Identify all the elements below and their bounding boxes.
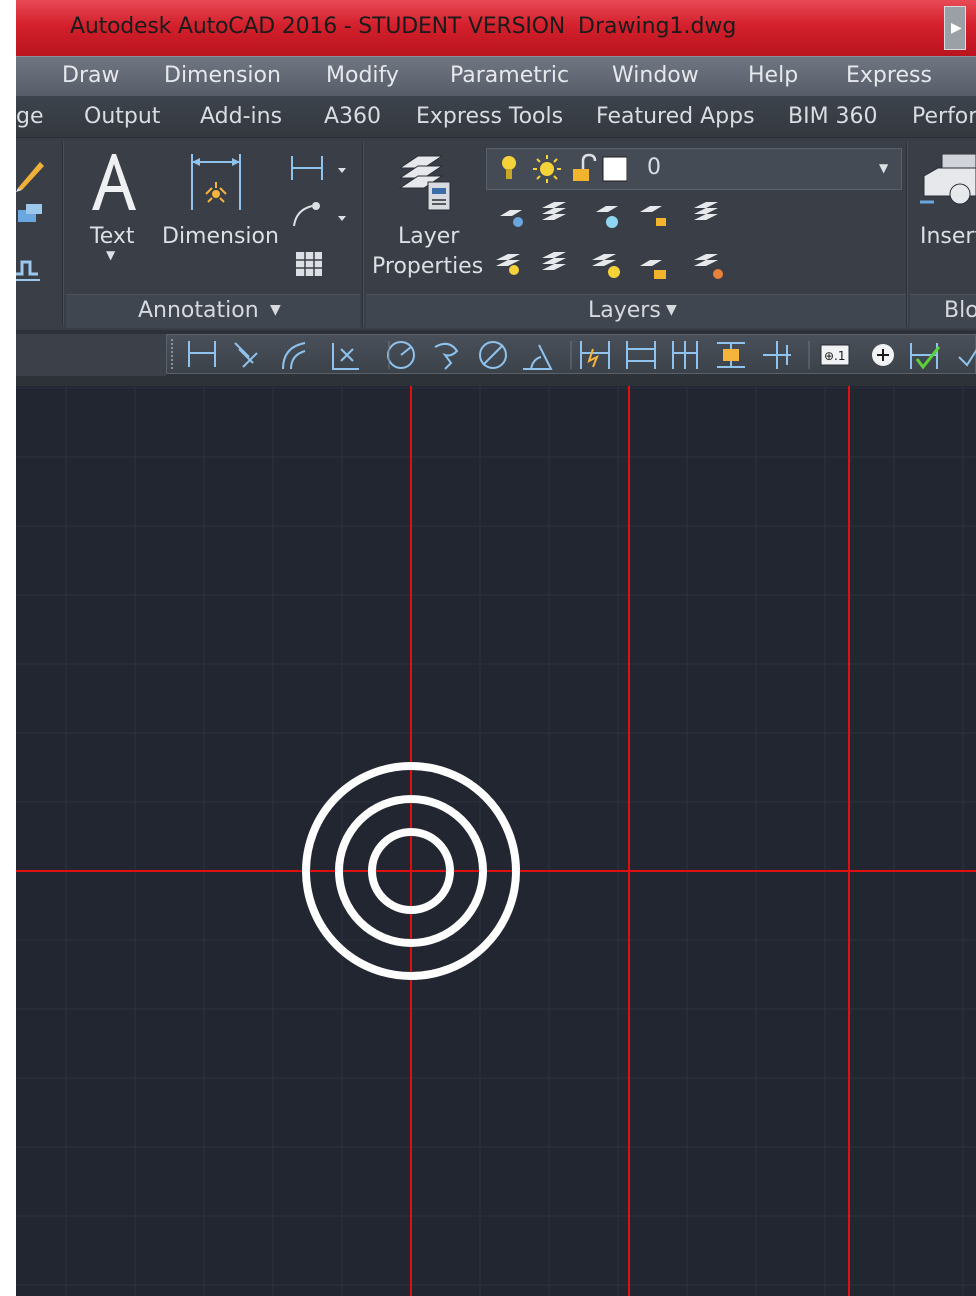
drawing-canvas[interactable]: [16, 386, 976, 1296]
menu-help[interactable]: Help: [748, 63, 798, 88]
menu-parametric[interactable]: Parametric: [450, 63, 569, 88]
file-tab-area[interactable]: [16, 334, 166, 376]
app-title: Autodesk AutoCAD 2016 - STUDENT VERSION: [70, 14, 566, 39]
text-dropdown-arrow-icon[interactable]: ▼: [106, 248, 115, 262]
layer-dropdown[interactable]: 0 ▼: [486, 148, 902, 190]
ribbon-tabs: ge Output Add-ins A360 Express Tools Fea…: [16, 96, 976, 138]
svg-text:⊕.1: ⊕.1: [824, 349, 846, 363]
layer-tools-icons[interactable]: [496, 198, 736, 294]
panel-separator: [62, 142, 64, 326]
panel-separator: [906, 142, 908, 326]
tab-a360[interactable]: A360: [324, 104, 381, 129]
toolbar-grip-handle[interactable]: [171, 339, 175, 369]
dimension-icon[interactable]: [186, 152, 246, 212]
chevron-right-icon: ▶: [951, 20, 962, 36]
dimension-toolbar-icons: ⊕.1: [188, 341, 976, 370]
baseline-dimension-icon: [626, 341, 656, 369]
menu-draw[interactable]: Draw: [62, 63, 119, 88]
layer-dropdown-arrow-icon[interactable]: ▼: [879, 161, 888, 175]
title-bar: Autodesk AutoCAD 2016 - STUDENT VERSION …: [16, 0, 976, 56]
file-name: Drawing1.dwg: [578, 14, 737, 39]
text-tool-label[interactable]: Text: [90, 224, 135, 249]
layer-properties-label-line1[interactable]: Layer: [398, 224, 459, 249]
block-panel-title[interactable]: Blo: [944, 298, 976, 323]
annotation-small-tools-icons[interactable]: [288, 152, 352, 282]
drawing-grid: [16, 386, 976, 1296]
tab-bim-360[interactable]: BIM 360: [788, 104, 878, 129]
ordinate-dimension-icon: [332, 343, 359, 370]
linear-dimension-icon: [188, 341, 216, 367]
draw-tools-icons[interactable]: [16, 158, 52, 288]
insert-block-icon[interactable]: [920, 154, 976, 214]
layer-state-icons: [502, 153, 627, 183]
title-scroll-right-button[interactable]: ▶: [944, 6, 966, 50]
menu-dimension[interactable]: Dimension: [164, 63, 281, 88]
insert-label[interactable]: Insert: [920, 224, 976, 249]
dimension-toolbar: ⊕.1: [166, 334, 976, 374]
dimension-space-icon: [717, 342, 745, 368]
panel-separator: [362, 142, 364, 326]
continue-dimension-icon: [672, 341, 698, 369]
tab-performance[interactable]: Perfor: [912, 104, 976, 129]
model-space[interactable]: [16, 386, 976, 1296]
ribbon: Text ▼ Dimension Annotation ▼ Layer Prop…: [16, 138, 976, 330]
crosshair-lines: [16, 386, 976, 1296]
tab-featured-apps[interactable]: Featured Apps: [596, 104, 755, 129]
menu-bar: Draw Dimension Modify Parametric Window …: [16, 56, 976, 96]
inspection-icon: [910, 343, 941, 370]
center-mark-icon: [872, 344, 894, 366]
tab-manage[interactable]: ge: [16, 104, 44, 129]
layer-properties-label-line2[interactable]: Properties: [372, 254, 483, 279]
tolerance-icon: ⊕.1: [820, 344, 850, 366]
tab-express-tools[interactable]: Express Tools: [416, 104, 563, 129]
menu-window[interactable]: Window: [612, 63, 699, 88]
dimension-break-icon: [763, 341, 791, 369]
menu-express[interactable]: Express: [846, 63, 932, 88]
large-letter-a-icon[interactable]: [86, 150, 142, 214]
tab-output[interactable]: Output: [84, 104, 160, 129]
layers-panel-title[interactable]: Layers: [588, 298, 661, 323]
current-layer-name: 0: [647, 155, 661, 180]
autocad-window: Autodesk AutoCAD 2016 - STUDENT VERSION …: [16, 0, 976, 1296]
angular-dimension-icon: [523, 344, 553, 370]
jogged-linear-icon: [958, 348, 976, 367]
quick-dimension-icon: [580, 341, 610, 369]
layer-stack-icon[interactable]: [394, 150, 456, 212]
layers-expand-icon[interactable]: ▼: [666, 302, 677, 318]
diameter-dimension-icon: [479, 341, 507, 369]
radius-dimension-icon: [387, 341, 415, 369]
dimension-tool-label[interactable]: Dimension: [162, 224, 279, 249]
arc-length-icon: [282, 342, 306, 370]
annotation-panel-title[interactable]: Annotation: [138, 298, 259, 323]
annotation-expand-icon[interactable]: ▼: [270, 302, 281, 318]
aligned-dimension-icon: [234, 342, 258, 368]
menu-modify[interactable]: Modify: [326, 63, 399, 88]
tab-add-ins[interactable]: Add-ins: [200, 104, 282, 129]
jogged-dimension-icon: [434, 342, 459, 370]
